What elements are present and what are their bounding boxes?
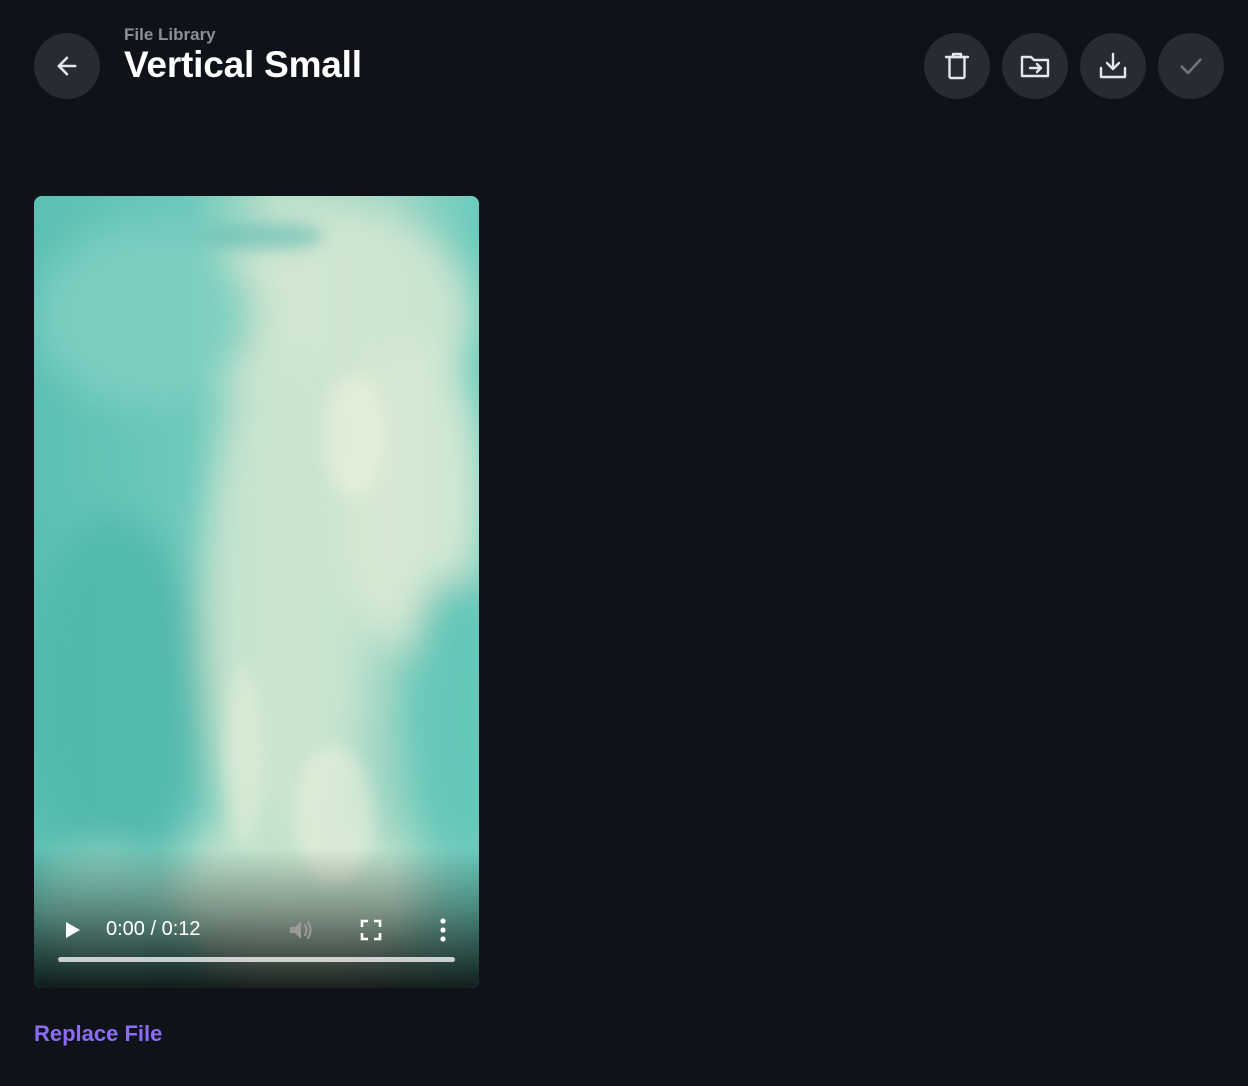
video-progress-bar[interactable]	[58, 957, 455, 962]
confirm-button[interactable]	[1158, 33, 1224, 99]
video-time-display: 0:00 / 0:12	[106, 918, 201, 940]
download-icon	[1099, 52, 1127, 79]
play-icon[interactable]	[60, 918, 84, 942]
trash-icon	[944, 52, 970, 80]
file-detail-page: File Library Vertical Small 0:00 / 0:12 …	[0, 0, 1248, 1086]
arrow-left-icon	[57, 56, 77, 76]
download-button[interactable]	[1080, 33, 1146, 99]
volume-icon[interactable]	[286, 916, 314, 944]
more-vertical-icon[interactable]	[431, 916, 455, 944]
move-button[interactable]	[1002, 33, 1068, 99]
fullscreen-icon[interactable]	[359, 918, 383, 942]
check-icon	[1180, 58, 1202, 75]
delete-button[interactable]	[924, 33, 990, 99]
video-player[interactable]: 0:00 / 0:12	[34, 196, 479, 988]
replace-file-link[interactable]: Replace File	[34, 1020, 162, 1048]
video-controls: 0:00 / 0:12	[34, 848, 479, 988]
back-button[interactable]	[34, 33, 100, 99]
page-title: Vertical Small	[124, 44, 362, 85]
folder-move-icon	[1020, 55, 1050, 78]
